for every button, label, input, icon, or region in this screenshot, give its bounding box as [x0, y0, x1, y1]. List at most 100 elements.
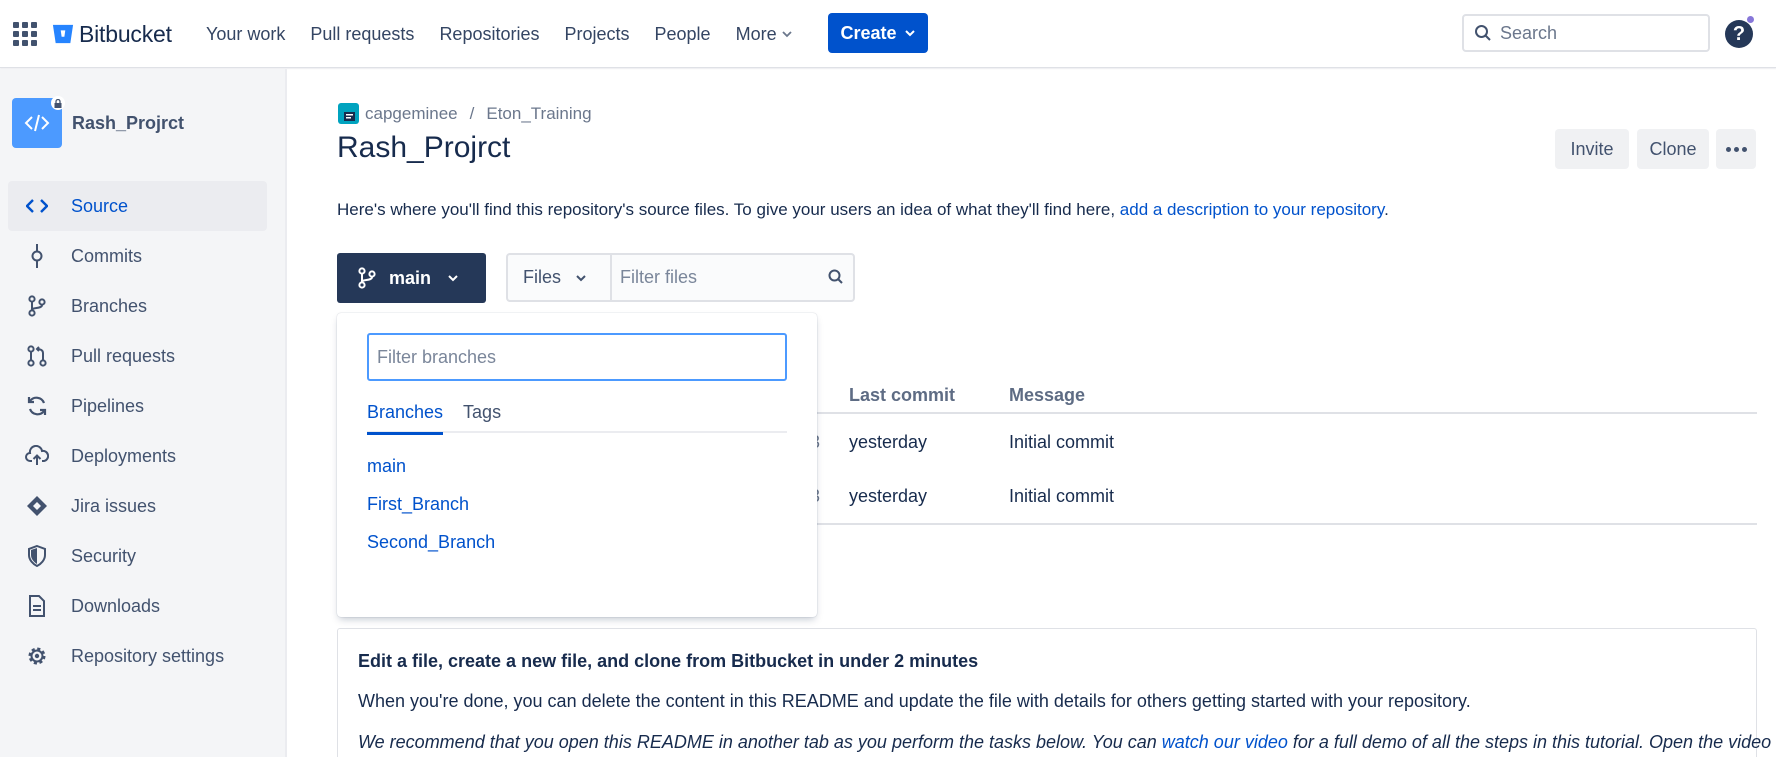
create-button[interactable]: Create — [828, 13, 928, 53]
workspace-icon — [338, 103, 359, 124]
branch-icon — [25, 294, 49, 318]
branch-selector-button[interactable]: main — [337, 253, 486, 303]
files-dropdown-label: Files — [523, 267, 562, 287]
nav-more[interactable]: More — [736, 20, 793, 48]
breadcrumb-separator: / — [469, 103, 475, 123]
sidebar-item-label: Deployments — [71, 445, 177, 466]
sidebar-nav: Source Commits Branches Pull requests Pi… — [8, 181, 267, 681]
pipelines-icon — [25, 394, 49, 418]
more-actions-button[interactable] — [1716, 129, 1756, 169]
watch-video-link[interactable]: watch our video — [1162, 732, 1288, 752]
pull-request-icon — [25, 344, 49, 368]
page-title: Rash_Projrct — [337, 131, 511, 164]
search-input[interactable] — [1500, 22, 1690, 44]
sidebar-item-jira-issues[interactable]: Jira issues — [8, 481, 267, 531]
nav-projects[interactable]: Projects — [564, 20, 629, 48]
sidebar-item-label: Security — [71, 545, 137, 566]
brand-name: Bitbucket — [79, 20, 172, 47]
sidebar-item-pull-requests[interactable]: Pull requests — [8, 331, 267, 381]
create-label: Create — [840, 22, 897, 43]
search-icon — [1475, 25, 1491, 41]
nav-links: Your work Pull requests Repositories Pro… — [206, 20, 818, 48]
nav-your-work[interactable]: Your work — [206, 20, 285, 48]
sidebar-item-label: Source — [71, 195, 129, 216]
search-box[interactable] — [1462, 14, 1710, 52]
gear-icon — [25, 644, 49, 668]
description-suffix: . — [1384, 200, 1389, 219]
branch-item-first-branch[interactable]: First_Branch — [367, 492, 495, 530]
clone-button[interactable]: Clone — [1637, 129, 1709, 169]
add-description-link[interactable]: add a description to your repository — [1120, 200, 1384, 219]
cloud-upload-icon — [25, 444, 49, 468]
tab-branches[interactable]: Branches — [367, 402, 444, 435]
invite-button[interactable]: Invite — [1555, 129, 1629, 169]
sidebar-item-downloads[interactable]: Downloads — [8, 581, 267, 631]
sidebar-item-label: Downloads — [71, 595, 161, 616]
repo-name: Rash_Projrct — [72, 112, 185, 133]
commit-icon — [25, 244, 49, 268]
breadcrumb: capgeminee / Eton_Training — [338, 103, 592, 124]
help-icon[interactable]: ? — [1725, 20, 1753, 48]
branch-item-second-branch[interactable]: Second_Branch — [367, 530, 495, 568]
repo-header[interactable]: Rash_Projrct — [12, 96, 185, 148]
repo-avatar — [12, 96, 65, 148]
chevron-down-icon — [781, 31, 792, 38]
nav-people[interactable]: People — [655, 20, 711, 48]
jira-icon — [25, 494, 49, 518]
sidebar-item-label: Jira issues — [71, 495, 157, 516]
breadcrumb-workspace[interactable]: capgeminee — [365, 104, 458, 124]
repo-description: Here's where you'll find this repository… — [337, 200, 1389, 220]
sidebar-item-security[interactable]: Security — [8, 531, 267, 581]
branch-item-main[interactable]: main — [367, 454, 495, 492]
readme-heading: Edit a file, create a new file, and clon… — [358, 651, 979, 671]
filter-files-input[interactable] — [620, 267, 820, 288]
ellipsis-icon — [1725, 146, 1731, 152]
sidebar-item-deployments[interactable]: Deployments — [8, 431, 267, 481]
shield-icon — [25, 544, 49, 568]
bitbucket-icon — [52, 24, 74, 44]
lock-icon — [51, 96, 65, 110]
readme-p2-suffix: for a full demo of all the steps in this… — [1287, 732, 1776, 752]
search-icon[interactable] — [827, 268, 845, 286]
chevron-down-icon — [904, 30, 915, 37]
table-cell-message[interactable]: Initial commit — [1009, 432, 1114, 453]
table-cell-last-commit: yesterday — [849, 432, 928, 452]
breadcrumb-project[interactable]: Eton_Training — [486, 104, 591, 124]
tab-tags[interactable]: Tags — [463, 402, 501, 433]
branch-icon — [358, 267, 376, 289]
sidebar-item-pipelines[interactable]: Pipelines — [8, 381, 267, 431]
nav-repositories[interactable]: Repositories — [439, 20, 539, 48]
code-icon — [25, 194, 49, 218]
chevron-down-icon — [448, 275, 458, 282]
nav-more-label: More — [735, 24, 777, 44]
column-header-last-commit: Last commit — [849, 385, 956, 405]
branch-dropdown: Branches Tags main First_Branch Second_B… — [337, 313, 817, 617]
file-filter: Files — [506, 253, 855, 302]
document-icon — [25, 594, 49, 618]
sidebar-item-source[interactable]: Source — [8, 181, 267, 231]
filter-branches-input[interactable] — [367, 333, 787, 381]
sidebar-item-commits[interactable]: Commits — [8, 231, 267, 281]
app-switcher-icon[interactable] — [13, 22, 37, 46]
bitbucket-logo[interactable]: Bitbucket — [52, 20, 172, 48]
branch-selector-label: main — [389, 267, 432, 288]
sidebar-item-repository-settings[interactable]: Repository settings — [8, 631, 267, 681]
top-navigation: Bitbucket Your work Pull requests Reposi… — [0, 0, 1776, 68]
column-header-message: Message — [1009, 385, 1086, 405]
sidebar-item-label: Pull requests — [71, 345, 176, 366]
chevron-down-icon — [576, 274, 586, 281]
sidebar-item-label: Pipelines — [71, 395, 145, 416]
readme-paragraph-italic: We recommend that you open this README i… — [358, 732, 1776, 753]
sidebar-item-label: Commits — [71, 245, 142, 266]
sidebar-item-label: Repository settings — [71, 645, 225, 666]
readme-paragraph: When you're done, you can delete the con… — [358, 691, 1471, 711]
code-icon — [24, 114, 50, 132]
table-cell-message[interactable]: Initial commit — [1009, 486, 1114, 507]
table-cell-last-commit: yesterday — [849, 486, 928, 506]
nav-pull-requests[interactable]: Pull requests — [310, 20, 414, 48]
sidebar-item-branches[interactable]: Branches — [8, 281, 267, 331]
files-dropdown[interactable]: Files — [508, 255, 612, 300]
branch-list: main First_Branch Second_Branch — [367, 454, 495, 568]
dropdown-tabs: Branches Tags — [367, 402, 787, 435]
notification-dot — [1746, 15, 1755, 24]
